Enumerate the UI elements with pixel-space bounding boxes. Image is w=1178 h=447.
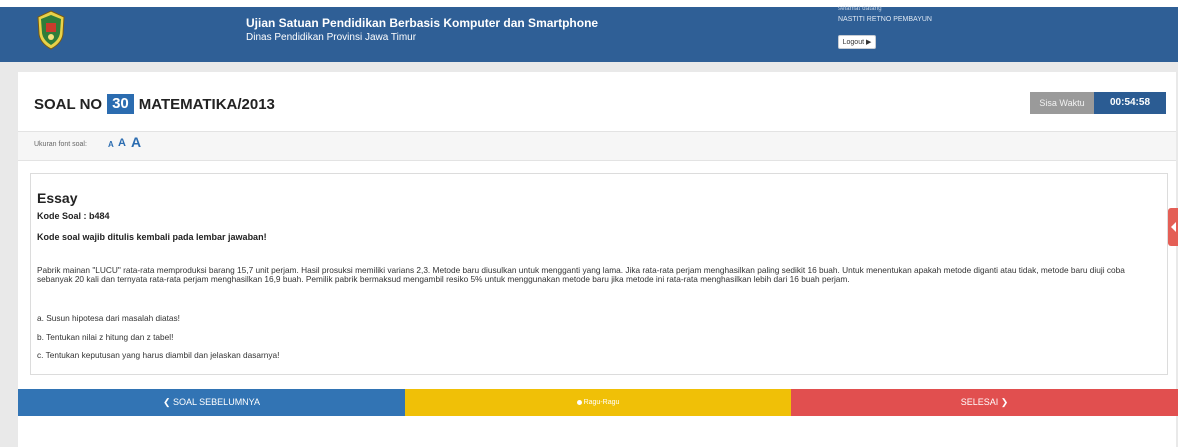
doubtful-label: Ragu-Ragu [583, 399, 620, 406]
previous-question-button[interactable]: ❮ SOAL SEBELUMNYA [18, 389, 405, 416]
welcome-text: selamat datang [838, 6, 882, 12]
divider [18, 160, 1176, 161]
top-header: Ujian Satuan Pendidikan Berbasis Kompute… [0, 0, 1178, 62]
font-size-bar [18, 132, 1176, 160]
question-instruction: Kode soal wajib ditulis kembali pada lem… [37, 232, 267, 242]
doubtful-button[interactable]: Ragu-Ragu [405, 389, 791, 416]
timer-value: 00:54:58 [1094, 92, 1166, 114]
font-size-label: Ukuran font soal: [34, 141, 87, 148]
question-item: a. Susun hipotesa dari masalah diatas! [37, 313, 180, 323]
font-large-button[interactable]: A [131, 134, 141, 150]
question-body: Pabrik mainan "LUCU" rata-rata memproduk… [37, 265, 1125, 285]
chevron-left-icon[interactable] [1168, 208, 1178, 246]
east-java-crest-icon [37, 10, 65, 50]
user-name: NASTITI RETNO PEMBAYUN [838, 16, 932, 23]
font-small-button[interactable]: A [108, 140, 114, 149]
radio-dot-icon [576, 399, 582, 405]
question-prefix: SOAL NO [34, 95, 103, 113]
question-type: Essay [37, 190, 78, 206]
app-title: Ujian Satuan Pendidikan Berbasis Kompute… [246, 16, 599, 30]
question-item: b. Tentukan nilai z hitung dan z tabel! [37, 332, 174, 342]
app-subtitle: Dinas Pendidikan Provinsi Jawa Timur [246, 32, 417, 43]
question-code: Kode Soal : b484 [37, 211, 110, 221]
subject-label: MATEMATIKA/2013 [138, 95, 275, 113]
question-number-badge: 30 [107, 94, 134, 114]
timer-label: Sisa Waktu [1030, 92, 1094, 114]
finish-button[interactable]: SELESAI ❯ [791, 389, 1178, 416]
question-item: c. Tentukan keputusan yang harus diambil… [37, 350, 280, 360]
font-medium-button[interactable]: A [118, 137, 126, 149]
logout-button[interactable]: Logout ▶ [838, 35, 876, 49]
question-title: SOAL NO 30 MATEMATIKA/2013 [34, 93, 275, 115]
